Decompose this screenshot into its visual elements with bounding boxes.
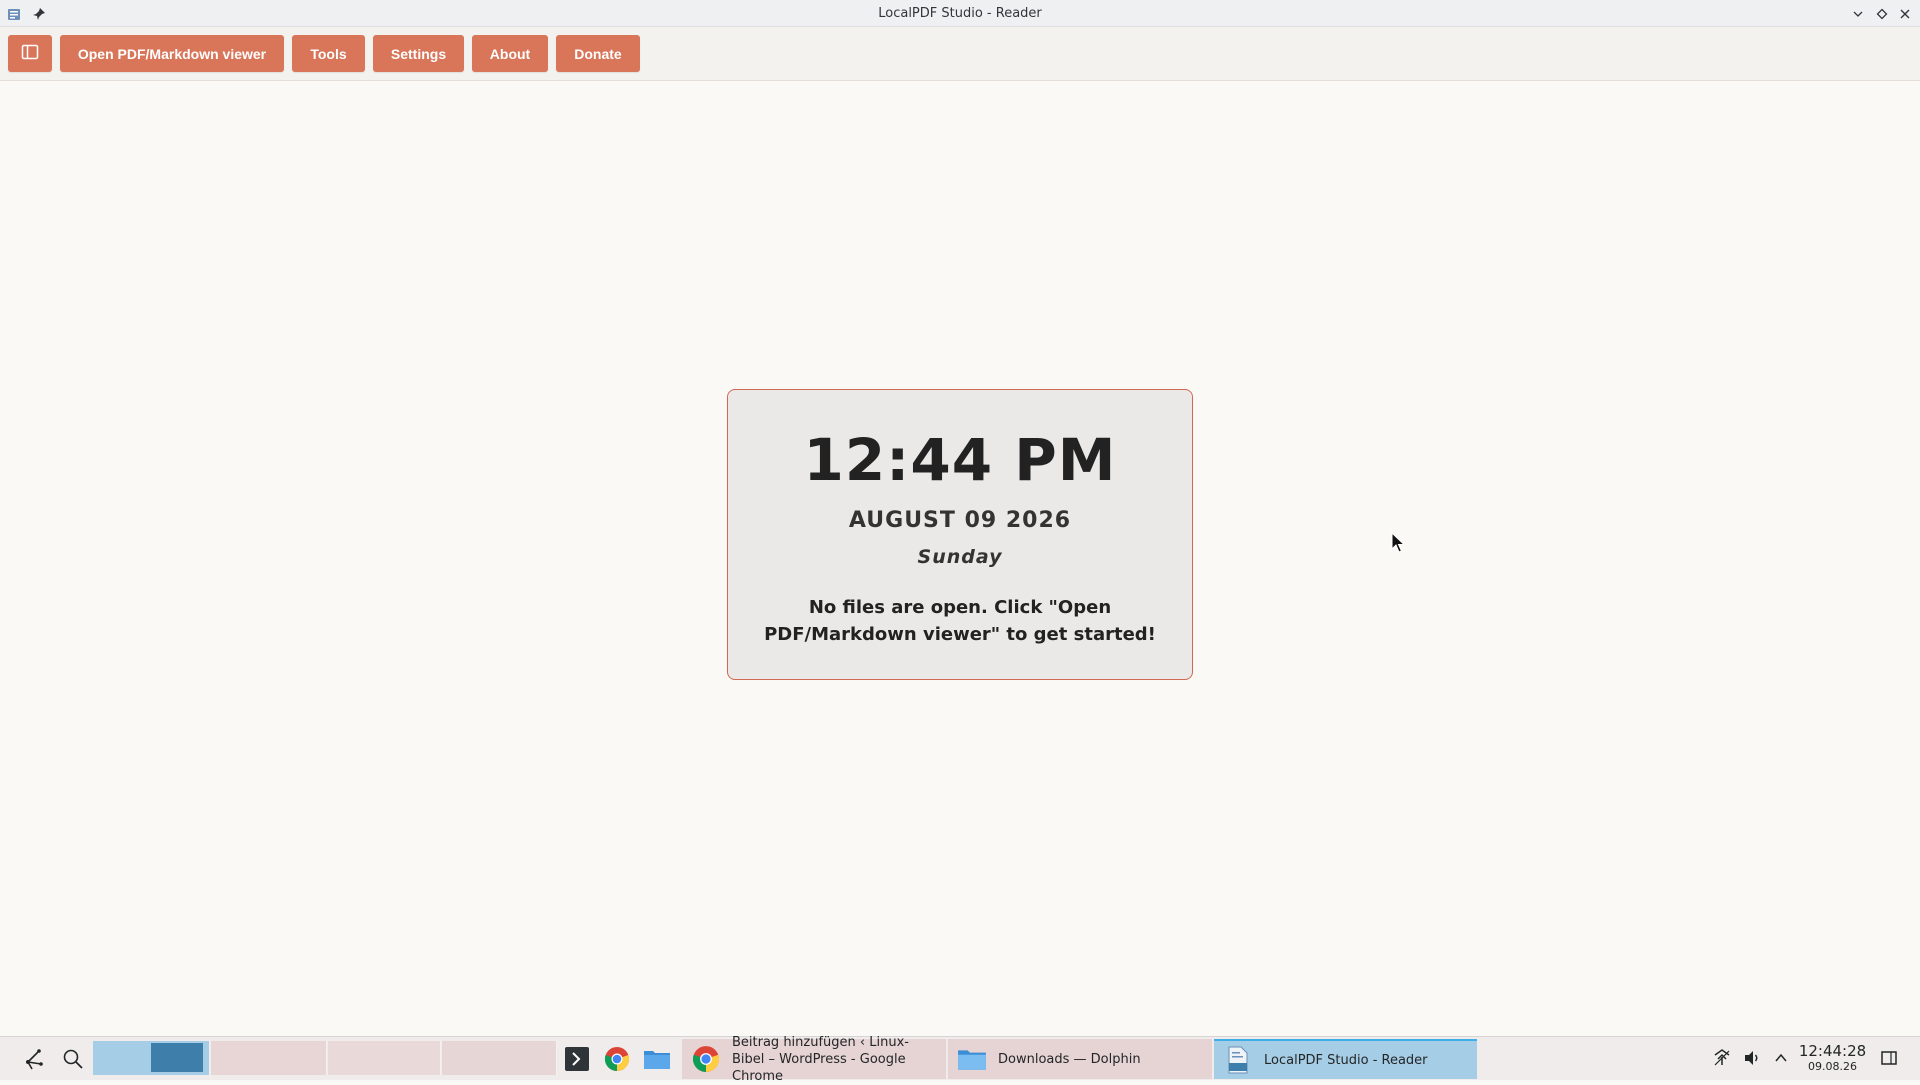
task-chrome[interactable]: Beitrag hinzufügen ‹ Linux-Bibel – WordP… (682, 1035, 946, 1084)
taskbar: Beitrag hinzufügen ‹ Linux-Bibel – WordP… (0, 1035, 1920, 1084)
task-localpdf-active[interactable]: LocalPDF Studio - Reader (1214, 1039, 1477, 1079)
welcome-clock-card: 12:44 PM AUGUST 09 2026 Sunday No files … (727, 389, 1193, 680)
pdf-icon (1222, 1044, 1254, 1076)
no-files-message: No files are open. Click "Open PDF/Markd… (764, 597, 1156, 645)
close-icon[interactable] (1896, 5, 1914, 23)
pager-window-thumb (151, 1043, 203, 1072)
donate-button[interactable]: Donate (556, 35, 640, 72)
terminal-icon[interactable] (563, 1045, 591, 1073)
sidebar-toggle-icon (21, 44, 39, 63)
pager-desktop-3[interactable] (328, 1041, 441, 1075)
task-label: Beitrag hinzufügen ‹ Linux-Bibel – WordP… (732, 1034, 909, 1084)
window-titlebar: LocalPDF Studio - Reader (0, 0, 1920, 27)
chrome-icon[interactable] (603, 1045, 631, 1073)
maximize-icon[interactable] (1873, 5, 1891, 23)
pager-desktop-1[interactable] (93, 1041, 210, 1075)
taskbar-clock-time: 12:44:28 (1798, 1042, 1867, 1060)
file-manager-icon[interactable] (643, 1045, 671, 1073)
taskbar-clock-date: 09.08.26 (1808, 1060, 1857, 1073)
minimize-icon[interactable] (1849, 5, 1867, 23)
chevron-up-icon[interactable] (1772, 1049, 1790, 1067)
clock-weekday: Sunday (917, 546, 1003, 568)
tools-button[interactable]: Tools (292, 35, 365, 72)
clock-date: AUGUST 09 2026 (848, 508, 1072, 533)
task-label: Downloads — Dolphin (998, 1051, 1141, 1067)
app-toolbar: Open PDF/Markdown viewer Tools Settings … (0, 27, 1920, 81)
pager-desktop-2[interactable] (211, 1041, 327, 1075)
clock-time: 12:44 PM (803, 426, 1117, 494)
task-label: LocalPDF Studio - Reader (1264, 1052, 1428, 1068)
about-button[interactable]: About (472, 35, 548, 72)
search-icon[interactable] (59, 1045, 87, 1073)
folder-icon (956, 1043, 988, 1075)
task-dolphin[interactable]: Downloads — Dolphin (948, 1039, 1212, 1079)
sidebar-toggle-button[interactable] (8, 35, 52, 72)
open-viewer-button[interactable]: Open PDF/Markdown viewer (60, 35, 284, 72)
volume-icon[interactable] (1743, 1049, 1761, 1067)
mouse-cursor-icon (1391, 531, 1406, 554)
network-icon[interactable] (1713, 1049, 1731, 1067)
taskbar-clock[interactable]: 12:44:28 09.08.26 (1795, 1042, 1870, 1074)
pager-desktop-4[interactable] (442, 1041, 557, 1075)
app-launcher-icon[interactable] (19, 1045, 47, 1073)
show-desktop-icon[interactable] (1880, 1049, 1898, 1067)
window-title: LocalPDF Studio - Reader (878, 6, 1042, 21)
chrome-icon (690, 1043, 722, 1075)
settings-button[interactable]: Settings (373, 35, 464, 72)
